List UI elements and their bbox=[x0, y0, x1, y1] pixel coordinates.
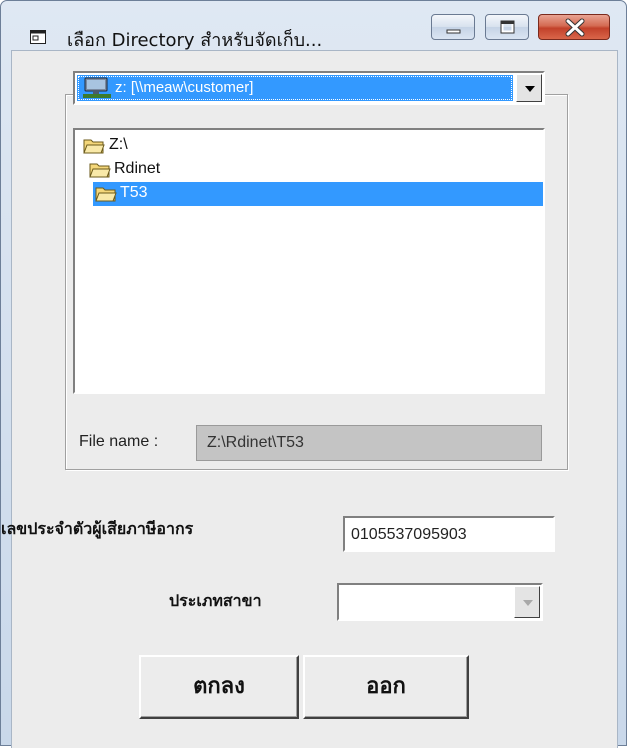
exit-button[interactable]: ออก bbox=[303, 655, 469, 719]
list-item[interactable]: Z:\ bbox=[83, 134, 203, 158]
minimize-button[interactable] bbox=[431, 14, 475, 40]
directory-label: Z:\ bbox=[109, 136, 128, 153]
tax-id-input[interactable]: 0105537095903 bbox=[343, 516, 555, 552]
drive-dropdown-button[interactable] bbox=[516, 74, 542, 102]
open-folder-icon bbox=[95, 187, 117, 202]
chevron-down-icon bbox=[525, 86, 535, 92]
tax-id-label: เลขประจำตัวผู้เสียภาษีอากร bbox=[1, 519, 194, 538]
title-bar[interactable]: เลือก Directory สำหรับจัดเก็บ... bbox=[1, 1, 626, 51]
list-item[interactable]: Rdinet bbox=[89, 158, 249, 182]
drive-label: z: [\\meaw\customer] bbox=[115, 79, 254, 96]
drive-select[interactable]: z: [\\meaw\customer] bbox=[73, 71, 545, 105]
minimize-icon bbox=[446, 29, 461, 34]
network-drive-icon bbox=[83, 77, 111, 103]
directory-label: Rdinet bbox=[114, 160, 161, 177]
file-name-value: Z:\Rdinet\T53 bbox=[207, 434, 304, 451]
file-name-field: Z:\Rdinet\T53 bbox=[196, 425, 542, 461]
directory-label: T53 bbox=[120, 184, 148, 201]
open-folder-icon bbox=[89, 163, 111, 178]
open-folder-icon bbox=[83, 139, 105, 154]
tax-id-value: 0105537095903 bbox=[351, 526, 467, 543]
drive-selected-item[interactable]: z: [\\meaw\customer] bbox=[77, 75, 513, 101]
ok-button[interactable]: ตกลง bbox=[139, 655, 299, 719]
close-icon bbox=[565, 18, 585, 37]
close-button[interactable] bbox=[538, 14, 610, 40]
chevron-down-icon bbox=[523, 600, 533, 606]
branch-type-label: ประเภทสาขา bbox=[169, 591, 262, 610]
file-name-label: File name : bbox=[79, 433, 159, 450]
window-app-icon bbox=[30, 29, 46, 44]
dialog-window: เลือก Directory สำหรับจัดเก็บ... z: [\\m… bbox=[0, 0, 627, 748]
branch-type-select[interactable] bbox=[337, 583, 543, 621]
branch-dropdown-button[interactable] bbox=[514, 586, 540, 618]
maximize-icon bbox=[500, 20, 515, 34]
directory-list[interactable]: Z:\ Rdinet T53 bbox=[73, 128, 545, 394]
maximize-button[interactable] bbox=[485, 14, 529, 40]
list-item-selected[interactable]: T53 bbox=[93, 182, 543, 206]
